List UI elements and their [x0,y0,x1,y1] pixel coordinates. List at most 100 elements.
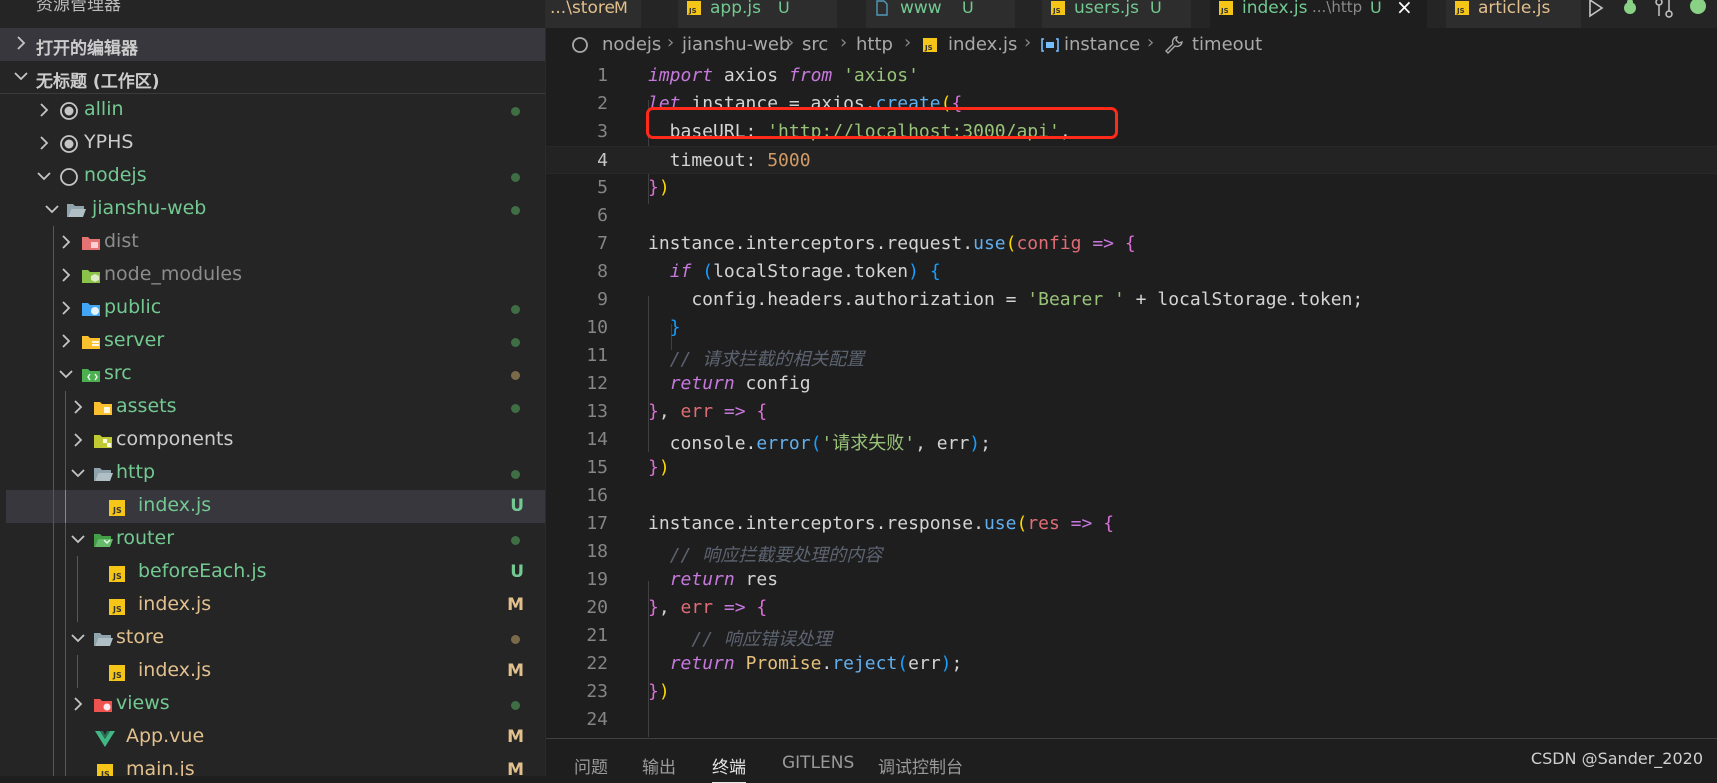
bottom-panel: 问题 输出 终端 GITLENS 调试控制台 CSDN @Sander_2020 [546,738,1717,783]
panel-tab-output[interactable]: 输出 [642,753,676,778]
variable-icon [1040,36,1060,59]
tree-item-router-index-js[interactable]: JS index.js M [6,589,545,622]
bearer-string: 'Bearer ' [1027,289,1125,310]
tab-status: U [1150,0,1162,17]
folder-open-icon [92,628,114,650]
tree-item-store[interactable]: store [6,622,545,655]
tab-store-file[interactable]: ...\store M [546,0,642,28]
code-editor[interactable]: 1 import axios from 'axios' 2 let instance… [546,62,1717,738]
git-dot [511,470,520,479]
tree-item-label: index.js [138,593,212,615]
code-line: 9 config.headers.authorization = 'Bearer… [597,289,1364,310]
code-line: 16 [586,485,608,506]
tree-item-label: components [116,428,234,450]
source-control-icon[interactable] [1686,0,1710,22]
section-open-editors[interactable]: 打开的编辑器 [0,28,545,61]
code-line: 8 if (localStorage.token) { [597,261,941,282]
tree-item-assets[interactable]: assets [6,391,545,424]
svg-text:JS: JS [924,44,933,52]
tree-item-label: views [116,692,170,714]
tree-item-label: beforeEach.js [138,560,267,582]
breadcrumb-item-jianshu-web[interactable]: jianshu-web [682,34,790,55]
tree-item-http-index-js[interactable]: JS index.js U [6,490,545,523]
tree-item-jianshu-web[interactable]: jianshu-web [6,193,545,226]
git-dot [511,404,520,413]
more-actions-icon[interactable]: ··· [498,0,520,6]
code-line: 11 // 请求拦截的相关配置 [586,345,865,370]
panel-tab-problems[interactable]: 问题 [574,753,608,778]
breadcrumb-item-http[interactable]: http [856,34,893,55]
chevron-right-icon [70,430,86,450]
tree-item-public[interactable]: public [6,292,545,325]
chevron-right-icon [58,232,74,252]
breadcrumb: nodejs › jianshu-web › src › http › JS i… [546,28,1717,62]
repo-circle-icon [58,100,80,122]
svg-text:JS: JS [688,7,697,15]
git-status-badge: M [507,727,524,747]
git-dot [511,338,520,347]
folder-open-icon [92,463,114,485]
tree-item-label: App.vue [126,725,205,747]
chevron-down-icon [70,628,86,648]
tree-item-app-vue[interactable]: App.vue M [6,721,545,754]
code-line: 10 } [586,317,681,338]
git-dot [511,206,520,215]
tree-item-label: dist [104,230,139,252]
breadcrumb-item-instance[interactable]: instance [1064,34,1140,55]
breadcrumb-item-nodejs[interactable]: nodejs [602,34,661,55]
tree-item-yphs[interactable]: YPHS [6,127,545,160]
git-dot [511,536,520,545]
tab-status: U [962,0,974,17]
tab-label: www [900,0,942,18]
explorer-sidebar: 资源管理器 ··· 打开的编辑器 无标题 (工作区) allin YPHS [0,0,546,776]
panel-tab-terminal[interactable]: 终端 [712,753,746,783]
close-icon[interactable]: × [1396,0,1413,19]
tree-item-node-modules[interactable]: node_modules [6,259,545,292]
tree-item-views[interactable]: views [6,688,545,721]
breadcrumb-item-timeout[interactable]: timeout [1192,34,1262,55]
tree-item-label: main.js [126,758,195,776]
tree-item-src[interactable]: src [6,358,545,391]
svg-text:JS: JS [112,605,122,614]
vue-file-icon [94,727,116,749]
breadcrumb-item-index-js[interactable]: index.js [948,34,1017,55]
git-dot [511,173,520,182]
chevron-down-icon [70,529,86,549]
tree-item-main-js[interactable]: JS main.js M [6,754,545,776]
compare-changes-icon[interactable] [1652,0,1676,22]
svg-text:JS: JS [112,671,122,680]
tree-item-dist[interactable]: dist [6,226,545,259]
code-line: 21 // 响应错误处理 [586,625,832,650]
tree-item-server[interactable]: server [6,325,545,358]
tree-item-http[interactable]: http [6,457,545,490]
tab-app-js[interactable]: JS app.js U [678,0,838,28]
git-status-badge: M [507,661,524,681]
tree-item-allin[interactable]: allin [6,94,545,127]
run-icon[interactable] [1584,0,1608,22]
debug-icon[interactable] [1618,0,1642,22]
tree-item-beforeeach-js[interactable]: JS beforeEach.js U [6,556,545,589]
breadcrumb-item-src[interactable]: src [802,34,828,55]
git-dot [511,701,520,710]
chevron-down-icon [70,463,86,483]
tree-item-store-index-js[interactable]: JS index.js M [6,655,545,688]
svg-text:JS: JS [112,572,122,581]
tab-label: ...\store [550,0,615,18]
tree-item-components[interactable]: components [6,424,545,457]
code-line: 20}, err => { [586,597,768,618]
comment-error: // 响应错误处理 [691,629,832,650]
tab-www[interactable]: www U [866,0,1016,28]
tab-users-js[interactable]: JS users.js U [1042,0,1192,28]
js-file-icon: JS [1454,0,1470,16]
tab-index-js-active[interactable]: JS index.js ...\http U × [1210,0,1428,28]
chevron-right-icon: › [787,32,795,53]
tab-article-js[interactable]: JS article.js [1446,0,1582,28]
section-workspace[interactable]: 无标题 (工作区) [0,61,545,94]
tab-label: article.js [1478,0,1551,18]
tree-item-nodejs[interactable]: nodejs [6,160,545,193]
tree-item-router[interactable]: router [6,523,545,556]
panel-tab-debug-console[interactable]: 调试控制台 [878,753,963,778]
code-line: 7 instance.interceptors.request.use(confi… [597,233,1136,254]
panel-tab-gitlens[interactable]: GITLENS [782,753,854,773]
svg-text:JS: JS [1456,7,1465,15]
